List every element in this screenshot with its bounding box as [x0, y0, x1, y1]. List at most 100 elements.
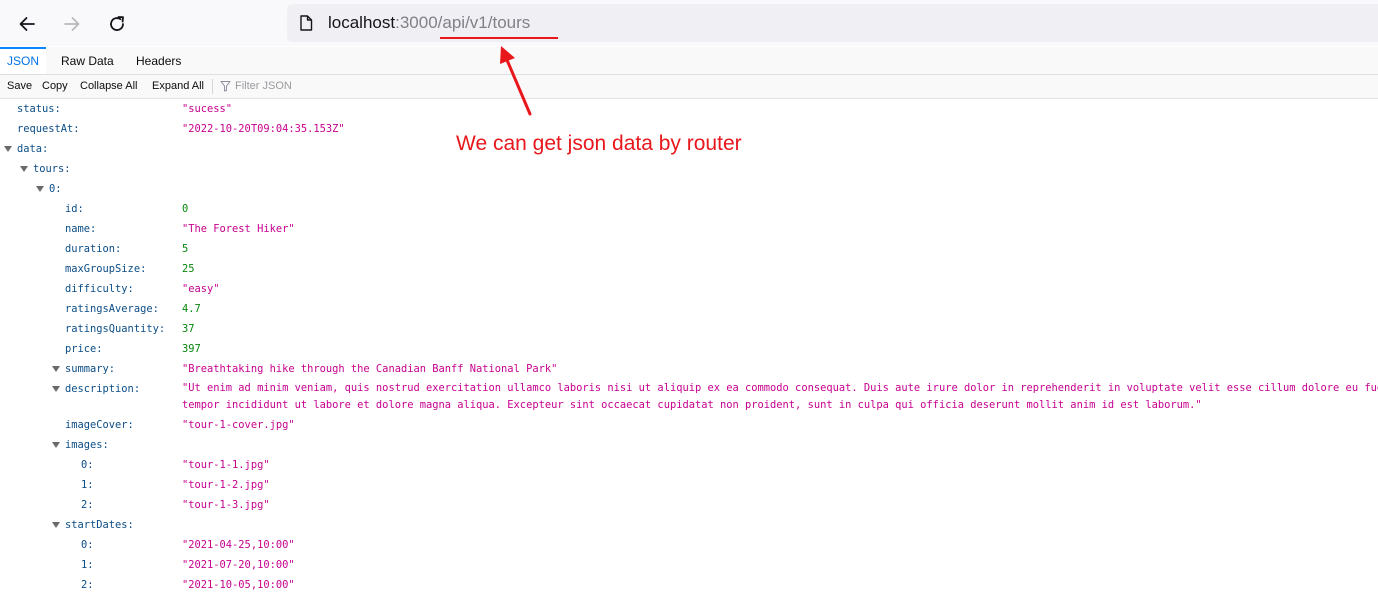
browser-toolbar: localhost:3000/api/v1/tours: [0, 0, 1378, 46]
url-port: :3000: [395, 13, 438, 32]
json-key: 1:: [81, 479, 94, 491]
json-row-maxgroupsize[interactable]: maxGroupSize: 25: [0, 259, 1378, 279]
json-value: "The Forest Hiker": [182, 223, 295, 235]
json-value: "sucess": [182, 103, 233, 115]
json-value: "Ut enim ad minim veniam, quis nostrud e…: [182, 382, 1378, 394]
filter-icon: [220, 81, 231, 92]
json-value: 0: [182, 203, 189, 215]
expand-all-button[interactable]: Expand All: [152, 79, 204, 93]
json-value: "tour-1-cover.jpg": [182, 419, 295, 431]
copy-button[interactable]: Copy: [42, 79, 68, 93]
json-row-imagecover[interactable]: imageCover: "tour-1-cover.jpg": [0, 415, 1378, 435]
annotation-text: We can get json data by router: [456, 132, 742, 155]
json-key: 0:: [81, 459, 94, 471]
json-value: "tour-1-1.jpg": [182, 459, 270, 471]
json-value: 37: [182, 323, 195, 335]
reload-icon: [110, 16, 124, 31]
json-value: "tour-1-3.jpg": [182, 499, 270, 511]
json-key: ratingsAverage:: [65, 303, 159, 315]
json-value: "2022-10-20T09:04:35.153Z": [182, 123, 345, 135]
json-key: tours:: [33, 163, 71, 175]
json-value: tempor incididunt ut labore et dolore ma…: [182, 399, 1202, 411]
json-value: "easy": [182, 283, 220, 295]
json-row-startdate-item[interactable]: 2: "2021-10-05,10:00": [0, 575, 1378, 595]
json-row-startdates[interactable]: startDates:: [0, 515, 1378, 535]
json-row-tour-0[interactable]: 0:: [0, 179, 1378, 199]
json-key: imageCover:: [65, 419, 134, 431]
json-row-ratingsquantity[interactable]: ratingsQuantity: 37: [0, 319, 1378, 339]
toolbar-divider: [212, 79, 213, 94]
json-row-image-item[interactable]: 2: "tour-1-3.jpg": [0, 495, 1378, 515]
json-key: 0:: [81, 539, 94, 551]
expand-toggle-icon[interactable]: [36, 186, 44, 192]
json-key: maxGroupSize:: [65, 263, 147, 275]
json-key: difficulty:: [65, 283, 134, 295]
json-key: ratingsQuantity:: [65, 323, 166, 335]
json-value: 25: [182, 263, 195, 275]
json-row-price[interactable]: price: 397: [0, 339, 1378, 359]
json-key: startDates:: [65, 519, 134, 531]
json-row-duration[interactable]: duration: 5: [0, 239, 1378, 259]
json-row-summary[interactable]: summary: "Breathtaking hike through the …: [0, 359, 1378, 379]
json-row-status[interactable]: status: "sucess": [0, 99, 1378, 119]
filter-placeholder: Filter JSON: [235, 80, 292, 92]
json-key: requestAt:: [17, 123, 80, 135]
json-row-description[interactable]: description: "Ut enim ad minim veniam, q…: [0, 379, 1378, 416]
tab-raw-data[interactable]: Raw Data: [54, 47, 121, 74]
viewer-toolbar: Save Copy Collapse All Expand All Filter…: [0, 75, 1378, 99]
arrow-right-icon: [64, 17, 80, 31]
json-value: 397: [182, 343, 201, 355]
page-icon: [300, 15, 313, 31]
back-button[interactable]: [12, 9, 42, 39]
json-key: 2:: [81, 499, 94, 511]
expand-toggle-icon[interactable]: [52, 386, 60, 392]
expand-toggle-icon[interactable]: [20, 166, 28, 172]
url-text[interactable]: localhost:3000/api/v1/tours: [328, 13, 530, 33]
json-key: name:: [65, 223, 97, 235]
json-key: id:: [65, 203, 84, 215]
annotation-arrow-icon: [500, 46, 532, 116]
json-key: duration:: [65, 243, 122, 255]
expand-toggle-icon[interactable]: [52, 442, 60, 448]
json-row-ratingsaverage[interactable]: ratingsAverage: 4.7: [0, 299, 1378, 319]
tab-headers[interactable]: Headers: [129, 47, 188, 74]
json-value: "Breathtaking hike through the Canadian …: [182, 363, 558, 375]
tab-json[interactable]: JSON: [0, 47, 47, 74]
collapse-all-button[interactable]: Collapse All: [80, 79, 137, 93]
expand-toggle-icon[interactable]: [4, 146, 12, 152]
json-key: summary:: [65, 363, 116, 375]
json-key: status:: [17, 103, 61, 115]
json-value: 5: [182, 243, 189, 255]
filter-json-input[interactable]: Filter JSON: [220, 79, 292, 93]
json-row-tours[interactable]: tours:: [0, 159, 1378, 179]
url-host: localhost: [328, 13, 396, 32]
reload-button[interactable]: [102, 9, 132, 39]
json-row-image-item[interactable]: 1: "tour-1-2.jpg": [0, 475, 1378, 495]
json-key: images:: [65, 439, 109, 451]
json-key: 0:: [49, 183, 62, 195]
json-key: description:: [65, 383, 141, 395]
expand-toggle-icon[interactable]: [52, 366, 60, 372]
json-value: "2021-04-25,10:00": [182, 539, 295, 551]
json-key: data:: [17, 143, 49, 155]
json-row-startdate-item[interactable]: 0: "2021-04-25,10:00": [0, 535, 1378, 555]
json-value: "2021-10-05,10:00": [182, 579, 295, 591]
forward-button[interactable]: [57, 9, 87, 39]
json-row-images[interactable]: images:: [0, 435, 1378, 455]
url-path: /api/v1/tours: [437, 13, 531, 32]
json-row-name[interactable]: name: "The Forest Hiker": [0, 219, 1378, 239]
viewer-tabs: JSON Raw Data Headers: [0, 47, 1378, 75]
arrow-left-icon: [19, 17, 35, 31]
json-value: "2021-07-20,10:00": [182, 559, 295, 571]
json-key: 2:: [81, 579, 94, 591]
json-value: "tour-1-2.jpg": [182, 479, 270, 491]
json-value: 4.7: [182, 303, 201, 315]
json-row-difficulty[interactable]: difficulty: "easy": [0, 279, 1378, 299]
json-key: 1:: [81, 559, 94, 571]
json-key: price:: [65, 343, 103, 355]
expand-toggle-icon[interactable]: [52, 522, 60, 528]
json-row-startdate-item[interactable]: 1: "2021-07-20,10:00": [0, 555, 1378, 575]
json-row-image-item[interactable]: 0: "tour-1-1.jpg": [0, 455, 1378, 475]
save-button[interactable]: Save: [7, 79, 32, 93]
json-row-id[interactable]: id: 0: [0, 199, 1378, 219]
